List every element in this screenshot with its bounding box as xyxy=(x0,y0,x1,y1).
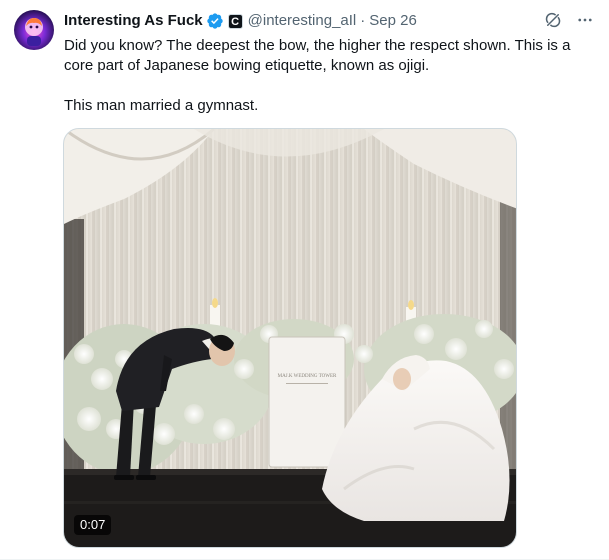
affiliate-badge[interactable]: C xyxy=(227,13,243,29)
grok-icon[interactable] xyxy=(543,10,563,30)
tweet-text-line-1: Did you know? The deepest the bow, the h… xyxy=(64,37,571,74)
tweet-date[interactable]: Sep 26 xyxy=(369,11,417,31)
separator-dot: · xyxy=(360,12,366,29)
tweet-text: Did you know? The deepest the bow, the h… xyxy=(64,36,596,116)
video-frame: MAJ.K WEDDING TOWER xyxy=(64,129,516,547)
header-actions xyxy=(543,10,595,30)
tweet-card[interactable]: Interesting As Fuck C @interesting_aIl ·… xyxy=(0,0,609,560)
sign-title: MAJ.K WEDDING TOWER xyxy=(278,374,337,379)
more-icon[interactable] xyxy=(575,10,595,30)
video-player[interactable]: MAJ.K WEDDING TOWER 0:07 xyxy=(63,128,517,548)
verified-badge-icon[interactable] xyxy=(206,12,224,30)
avatar[interactable] xyxy=(14,10,54,50)
video-duration: 0:07 xyxy=(74,515,112,535)
avatar-icon xyxy=(14,10,54,50)
tweet-text-line-2: This man married a gymnast. xyxy=(64,97,259,114)
user-handle[interactable]: @interesting_aIl xyxy=(248,11,357,31)
display-name[interactable]: Interesting As Fuck xyxy=(64,11,203,31)
tweet-header: Interesting As Fuck C @interesting_aIl ·… xyxy=(64,10,595,32)
